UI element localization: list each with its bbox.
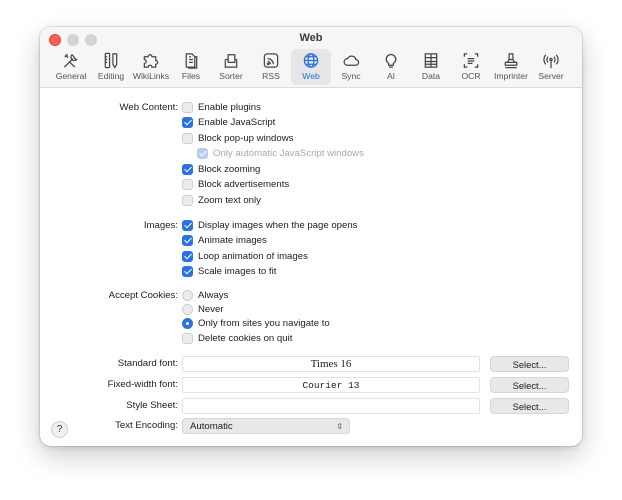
tab-editing[interactable]: Editing (91, 49, 131, 85)
tab-wikilinks[interactable]: WikiLinks (131, 49, 171, 85)
cloud-icon (343, 55, 360, 66)
checkbox-box[interactable] (182, 194, 193, 206)
pencil-ruler-icon (104, 52, 118, 69)
web-content-label: Web Content: (119, 102, 179, 113)
title-bar: Web General Editing WikiLinks Files Sort… (40, 27, 582, 88)
cookies-always-radio[interactable]: Always (182, 288, 228, 302)
lightbulb-icon (385, 53, 397, 68)
checkbox-box[interactable] (182, 219, 193, 231)
enable-javascript-checkbox[interactable]: Enable JavaScript (182, 115, 275, 129)
block-zooming-checkbox[interactable]: Block zooming (182, 162, 260, 176)
option-label: Loop animation of images (198, 250, 308, 262)
tab-files[interactable]: Files (171, 49, 211, 85)
option-label: Only automatic JavaScript windows (213, 147, 364, 159)
option-label: Enable plugins (198, 101, 261, 113)
block-popups-checkbox[interactable]: Block pop-up windows (182, 131, 293, 145)
cookies-navigated-sites-radio[interactable]: Only from sites you navigate to (182, 316, 330, 330)
option-label: Delete cookies on quit (198, 332, 293, 344)
web-preferences-pane: Web Content: Enable plugins Enable JavaS… (40, 88, 582, 446)
fixed-width-font-label: Fixed-width font: (107, 379, 178, 390)
fixed-width-font-field: Courier 13 (182, 377, 480, 393)
window-title: Web (299, 32, 323, 44)
checkbox-box[interactable] (182, 116, 193, 128)
option-label: Block zooming (198, 163, 261, 175)
accept-cookies-label: Accept Cookies: (108, 290, 178, 301)
globe-icon (303, 53, 319, 68)
only-automatic-js-windows-checkbox: Only automatic JavaScript windows (197, 146, 364, 160)
tab-sync[interactable]: Sync (331, 49, 371, 85)
preferences-window: Web General Editing WikiLinks Files Sort… (40, 27, 582, 446)
checkbox-box (197, 147, 208, 159)
fixed-width-font-select-button[interactable]: Select... (490, 377, 569, 393)
scale-images-checkbox[interactable]: Scale images to fit (182, 264, 276, 278)
checkbox-box[interactable] (182, 250, 193, 262)
display-images-checkbox[interactable]: Display images when the page opens (182, 218, 357, 232)
tab-rss[interactable]: RSS (251, 49, 291, 85)
checkbox-box[interactable] (182, 101, 193, 113)
checkbox-box[interactable] (182, 163, 193, 175)
stamp-icon (504, 53, 518, 69)
puzzle-icon (143, 54, 159, 68)
rss-icon (263, 53, 279, 68)
cookies-never-radio[interactable]: Never (182, 302, 224, 316)
style-sheet-field[interactable] (182, 398, 480, 414)
delete-cookies-on-quit-checkbox[interactable]: Delete cookies on quit (182, 331, 292, 345)
option-label: Enable JavaScript (198, 116, 276, 128)
text-encoding-value: Automatic (190, 421, 233, 432)
radio-button[interactable] (182, 303, 193, 315)
radio-button[interactable] (182, 317, 193, 329)
tab-sorter[interactable]: Sorter (211, 49, 251, 85)
sorter-icon (224, 54, 238, 68)
tab-general[interactable]: General (51, 49, 91, 85)
ocr-icon (463, 53, 479, 68)
checkbox-box[interactable] (182, 132, 193, 144)
chevron-up-down-icon: ⇳ (336, 422, 343, 431)
option-label: Scale images to fit (198, 265, 277, 277)
option-label: Display images when the page opens (198, 219, 358, 231)
option-label: Block pop-up windows (198, 132, 294, 144)
tab-data[interactable]: Data (411, 49, 451, 85)
images-label: Images: (143, 220, 178, 231)
enable-plugins-checkbox[interactable]: Enable plugins (182, 100, 261, 114)
option-label: Never (198, 303, 224, 315)
data-grid-icon (424, 53, 438, 68)
radio-button[interactable] (182, 289, 193, 301)
text-encoding-popup[interactable]: Automatic ⇳ (182, 418, 350, 434)
tab-ocr[interactable]: OCR (451, 49, 491, 85)
tab-server[interactable]: Server (531, 49, 571, 85)
text-encoding-label: Text Encoding: (115, 420, 178, 431)
loop-animation-checkbox[interactable]: Loop animation of images (182, 249, 308, 263)
standard-font-label: Standard font: (117, 358, 178, 369)
checkbox-box[interactable] (182, 234, 193, 246)
option-label: Block advertisements (198, 178, 290, 190)
block-advertisements-checkbox[interactable]: Block advertisements (182, 177, 289, 191)
tab-ai[interactable]: AI (371, 49, 411, 85)
help-button[interactable]: ? (51, 421, 68, 438)
tab-web[interactable]: Web (291, 49, 331, 85)
animate-images-checkbox[interactable]: Animate images (182, 233, 267, 247)
standard-font-field: Times 16 (182, 356, 480, 372)
style-sheet-label: Style Sheet: (126, 400, 178, 411)
tab-imprinter[interactable]: Imprinter (491, 49, 531, 85)
option-label: Animate images (198, 234, 267, 246)
documents-icon (185, 53, 198, 69)
option-label: Zoom text only (198, 194, 261, 206)
option-label: Only from sites you navigate to (198, 317, 330, 329)
style-sheet-select-button[interactable]: Select... (490, 398, 569, 414)
tools-icon (63, 53, 78, 68)
checkbox-box[interactable] (182, 332, 193, 344)
antenna-icon (543, 54, 559, 69)
checkbox-box[interactable] (182, 178, 193, 190)
standard-font-select-button[interactable]: Select... (490, 356, 569, 372)
checkbox-box[interactable] (182, 265, 193, 277)
option-label: Always (198, 289, 229, 301)
zoom-text-only-checkbox[interactable]: Zoom text only (182, 193, 261, 207)
